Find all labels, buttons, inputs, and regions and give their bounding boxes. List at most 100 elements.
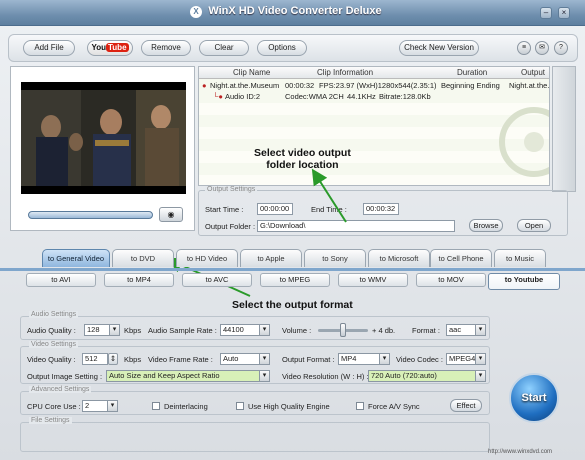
- youtube-tube-label: Tube: [106, 43, 129, 52]
- output-format-select[interactable]: MP4: [338, 353, 390, 365]
- subtab-mpeg[interactable]: to MPEG: [260, 273, 330, 287]
- title-bar: X WinX HD Video Converter Deluxe – ×: [0, 0, 585, 26]
- add-file-button[interactable]: Add File: [23, 40, 75, 56]
- output-folder-field[interactable]: G:\Download\: [257, 220, 455, 232]
- video-quality-field[interactable]: 512: [82, 353, 108, 365]
- volume-label: Volume :: [282, 326, 312, 335]
- audio-format-select[interactable]: aac: [446, 324, 486, 336]
- clip-remove-icon[interactable]: ●: [202, 81, 207, 90]
- subtab-wmv[interactable]: to WMV: [338, 273, 408, 287]
- window-title: WinX HD Video Converter Deluxe: [208, 5, 382, 17]
- open-button[interactable]: Open: [517, 219, 551, 232]
- deinterlacing-label: Deinterlacing: [164, 402, 208, 411]
- audio-quality-select[interactable]: 128: [84, 324, 120, 336]
- audio-bitrate: Bitrate:128.0Kb: [379, 92, 431, 101]
- tab-dvd[interactable]: to DVD: [112, 249, 174, 267]
- start-button[interactable]: Start: [509, 373, 559, 423]
- output-image-setting-select[interactable]: Auto Size and Keep Aspect Ratio: [106, 370, 270, 382]
- video-frame-rate-select[interactable]: Auto: [220, 353, 270, 365]
- video-quality-spin-icon[interactable]: ⇕: [108, 353, 118, 365]
- header-output: Output: [521, 68, 546, 77]
- volume-slider-handle[interactable]: [340, 323, 346, 337]
- clip-row[interactable]: ● Night.at.the.Museum 00:00:32 FPS:23.97…: [199, 80, 550, 91]
- video-settings-legend: Video Settings: [29, 341, 79, 348]
- video-preview: [21, 82, 186, 194]
- film-reel-watermark-icon: [499, 107, 549, 177]
- video-resolution-label: Video Resolution (W : H) :: [282, 372, 369, 381]
- audio-row[interactable]: └● Audio ID:2 Codec:WMA 2CH 44.1KHz Bitr…: [199, 91, 549, 102]
- file-settings-legend: File Settings: [29, 417, 72, 424]
- force-av-sync-checkbox[interactable]: [356, 402, 364, 410]
- audio-settings-legend: Audio Settings: [29, 311, 79, 318]
- end-time-field[interactable]: 00:00:32: [363, 203, 399, 215]
- tab-music[interactable]: to Music: [494, 249, 546, 267]
- seek-slider[interactable]: [28, 211, 153, 219]
- volume-value: + 4 db.: [372, 326, 396, 335]
- audio-id: Audio ID:2: [225, 92, 261, 101]
- video-codec-select[interactable]: MPEG4: [446, 353, 486, 365]
- mail-icon[interactable]: ✉: [535, 41, 549, 55]
- audio-sample-rate-label: Audio Sample Rate :: [148, 326, 217, 335]
- annotation-folder-line: Select video output: [254, 147, 351, 159]
- output-settings-panel: Output Settings Start Time : 00:00:00 En…: [198, 186, 568, 236]
- annotation-folder: Select video output folder location: [254, 147, 351, 171]
- minimize-button[interactable]: –: [540, 7, 552, 19]
- tab-microsoft[interactable]: to Microsoft: [368, 249, 430, 267]
- annotation-folder-line: folder location: [266, 159, 339, 171]
- preview-player: ◉: [10, 66, 195, 231]
- main-toolbar: Add File You Tube Remove Clear Options Ch…: [8, 34, 578, 62]
- audio-kbps-label: Kbps: [124, 326, 142, 335]
- output-settings-legend: Output Settings: [205, 186, 258, 193]
- youtube-button[interactable]: You Tube: [87, 40, 133, 56]
- remove-button[interactable]: Remove: [141, 40, 191, 56]
- audio-rate: 44.1KHz: [347, 92, 376, 101]
- output-format-label: Output Format :: [282, 355, 335, 364]
- tab-apple[interactable]: to Apple: [240, 249, 302, 267]
- video-frame-image: [21, 82, 186, 194]
- subtab-mp4[interactable]: to MP4: [104, 273, 174, 287]
- cpu-core-use-select[interactable]: 2: [82, 400, 118, 412]
- audio-format-label: Format :: [412, 326, 440, 335]
- audio-quality-label: Audio Quality :: [27, 326, 76, 335]
- settings-icon[interactable]: ≡: [517, 41, 531, 55]
- deinterlacing-checkbox[interactable]: [152, 402, 160, 410]
- header-clip-information: Clip Information: [317, 68, 374, 77]
- audio-track-icon: └●: [213, 92, 223, 101]
- snapshot-camera-icon[interactable]: ◉: [159, 207, 183, 222]
- header-duration: Duration: [457, 68, 488, 77]
- close-button[interactable]: ×: [558, 7, 570, 19]
- clip-output: Night.at.the.M: [509, 81, 550, 90]
- tab-underline: [0, 268, 585, 271]
- video-kbps-label: Kbps: [124, 355, 142, 364]
- audio-sample-rate-select[interactable]: 44100: [220, 324, 270, 336]
- effect-button[interactable]: Effect: [450, 399, 482, 412]
- hq-engine-checkbox[interactable]: [236, 402, 244, 410]
- options-button[interactable]: Options: [257, 40, 307, 56]
- hq-engine-label: Use High Quality Engine: [248, 402, 330, 411]
- subtab-youtube[interactable]: to Youtube: [488, 273, 560, 290]
- clip-duration: 00:00:32: [285, 81, 315, 90]
- advanced-settings-legend: Advanced Settings: [29, 386, 92, 393]
- subtab-mov[interactable]: to MOV: [416, 273, 486, 287]
- subtab-avc[interactable]: to AVC: [182, 273, 252, 287]
- tab-general-video[interactable]: to General Video: [42, 249, 110, 267]
- list-scrollbar[interactable]: [552, 66, 576, 192]
- tab-cell-phone[interactable]: to Cell Phone: [430, 249, 492, 267]
- video-frame-rate-label: Video Frame Rate :: [148, 355, 213, 364]
- help-icon[interactable]: ?: [554, 41, 568, 55]
- video-resolution-select[interactable]: 720 Auto (720:auto): [368, 370, 486, 382]
- youtube-you-label: You: [91, 43, 106, 52]
- audio-codec: Codec:WMA 2CH: [285, 92, 344, 101]
- tab-sony[interactable]: to Sony: [304, 249, 366, 267]
- start-time-field[interactable]: 00:00:00: [257, 203, 293, 215]
- browse-button[interactable]: Browse: [469, 219, 503, 232]
- clip-range: Beginning Ending: [441, 81, 500, 90]
- clear-button[interactable]: Clear: [199, 40, 249, 56]
- check-new-version-button[interactable]: Check New Version: [399, 40, 479, 56]
- start-time-label: Start Time :: [205, 205, 244, 214]
- clip-list[interactable]: Clip Name Clip Information Duration Outp…: [198, 66, 550, 186]
- subtab-avi[interactable]: to AVI: [26, 273, 96, 287]
- app-window: X WinX HD Video Converter Deluxe – × Add…: [0, 0, 585, 460]
- tab-hd-video[interactable]: to HD Video: [176, 249, 238, 267]
- list-stripe: [199, 127, 549, 139]
